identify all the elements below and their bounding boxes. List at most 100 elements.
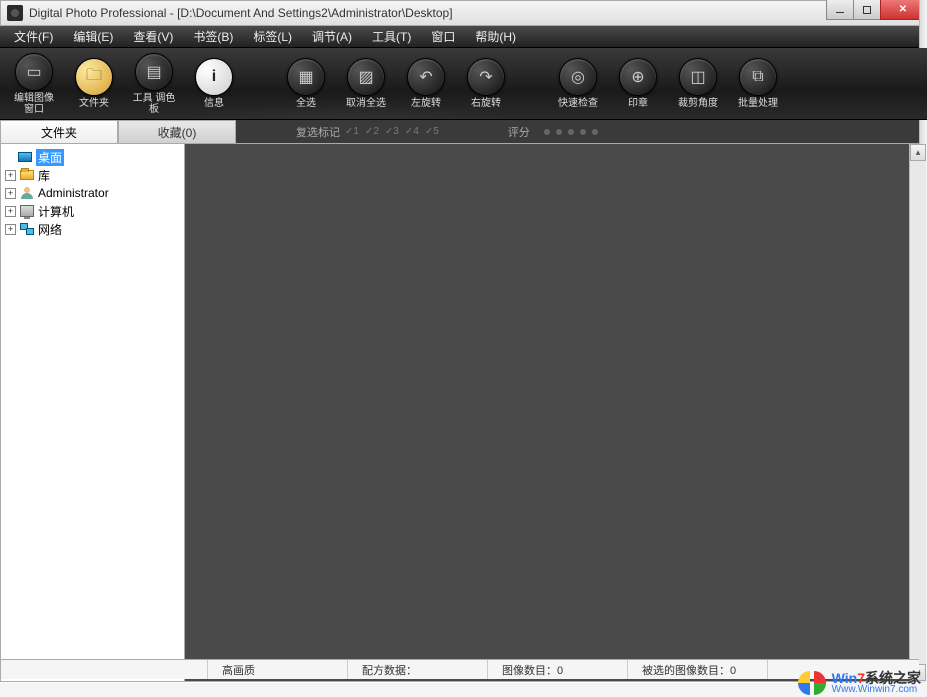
palette-icon: ▤ xyxy=(135,53,173,91)
menu-label[interactable]: 标签(L) xyxy=(243,26,302,47)
checkmark-2[interactable]: ✓2 xyxy=(365,126,379,137)
titlebar: Digital Photo Professional - [D:\Documen… xyxy=(0,0,927,26)
tool-quick-check[interactable]: ◎ 快速检查 xyxy=(554,58,602,109)
tool-palette[interactable]: ▤ 工具 调色板 xyxy=(130,53,178,115)
tool-select-all[interactable]: ▦ 全选 xyxy=(282,58,330,109)
vertical-scrollbar[interactable]: ▴ ▾ xyxy=(909,144,926,681)
watermark-url: Www.Winwin7.com xyxy=(832,685,921,695)
rating-dot[interactable] xyxy=(568,129,574,135)
app-icon xyxy=(7,5,23,21)
rating-dot[interactable] xyxy=(556,129,562,135)
edit-image-icon: ▭ xyxy=(15,53,53,91)
filter-bar: 复选标记 ✓1 ✓2 ✓3 ✓4 ✓5 评分 xyxy=(236,120,927,143)
menu-adjust[interactable]: 调节(A) xyxy=(302,26,362,47)
rating-dot[interactable] xyxy=(592,129,598,135)
rating-dot[interactable] xyxy=(544,129,550,135)
menu-file[interactable]: 文件(F) xyxy=(4,26,63,47)
tree-label: 计算机 xyxy=(38,203,74,220)
status-image-count: 图像数目：0 xyxy=(488,660,628,679)
windows-logo-icon xyxy=(798,671,826,695)
tool-info[interactable]: i 信息 xyxy=(190,58,238,109)
rating-label: 评分 xyxy=(508,124,530,140)
checkmark-3[interactable]: ✓3 xyxy=(385,126,399,137)
menu-view[interactable]: 查看(V) xyxy=(123,26,183,47)
folder-icon: 🗀 xyxy=(75,58,113,96)
tool-label: 取消全选 xyxy=(346,98,386,109)
library-icon xyxy=(19,168,35,182)
checkmark-1[interactable]: ✓1 xyxy=(345,126,359,137)
main-area: 桌面 + 库 + Administrator + 计算机 + 网络 ▴ ▾ xyxy=(0,144,927,682)
tool-rotate-left[interactable]: ↶ 左旋转 xyxy=(402,58,450,109)
status-empty xyxy=(0,660,208,679)
watermark: Win7系统之家 Www.Winwin7.com xyxy=(798,671,921,695)
status-quality: 高画质 xyxy=(208,660,348,679)
tree-node-administrator[interactable]: + Administrator xyxy=(3,184,182,202)
status-recipe: 配方数据： xyxy=(348,660,488,679)
tool-deselect-all[interactable]: ▨ 取消全选 xyxy=(342,58,390,109)
tool-stamp[interactable]: ⊕ 印章 xyxy=(614,58,662,109)
tab-folder[interactable]: 文件夹 xyxy=(0,120,118,143)
scroll-track[interactable] xyxy=(910,161,926,664)
tool-batch[interactable]: ⧉ 批量处理 xyxy=(734,58,782,109)
tool-label: 批量处理 xyxy=(738,98,778,109)
checkmark-4[interactable]: ✓4 xyxy=(405,126,419,137)
select-all-icon: ▦ xyxy=(287,58,325,96)
expand-icon[interactable]: + xyxy=(5,170,16,181)
status-selected-count: 被选的图像数目：0 xyxy=(628,660,768,679)
deselect-all-icon: ▨ xyxy=(347,58,385,96)
tool-label: 信息 xyxy=(204,98,224,109)
menu-tools[interactable]: 工具(T) xyxy=(362,26,421,47)
expand-icon[interactable]: + xyxy=(5,224,16,235)
tree-node-network[interactable]: + 网络 xyxy=(3,220,182,238)
multi-select-label: 复选标记 xyxy=(296,124,340,140)
tree-node-computer[interactable]: + 计算机 xyxy=(3,202,182,220)
tree-label: Administrator xyxy=(38,186,109,200)
stamp-icon: ⊕ xyxy=(619,58,657,96)
maximize-button[interactable] xyxy=(853,0,881,20)
tool-edit-image-window[interactable]: ▭ 编辑图像 窗口 xyxy=(10,53,58,115)
batch-icon: ⧉ xyxy=(739,58,777,96)
tool-label: 印章 xyxy=(628,98,648,109)
network-icon xyxy=(19,222,35,236)
tree-node-library[interactable]: + 库 xyxy=(3,166,182,184)
tool-label: 左旋转 xyxy=(411,98,441,109)
tool-label: 编辑图像 窗口 xyxy=(8,93,60,115)
checkmark-5[interactable]: ✓5 xyxy=(425,126,439,137)
window-controls: ✕ xyxy=(827,0,926,20)
tool-label: 全选 xyxy=(296,98,316,109)
tool-label: 文件夹 xyxy=(79,98,109,109)
menubar: 文件(F) 编辑(E) 查看(V) 书签(B) 标签(L) 调节(A) 工具(T… xyxy=(0,26,927,48)
rotate-left-icon: ↶ xyxy=(407,58,445,96)
tree-node-desktop[interactable]: 桌面 xyxy=(3,148,182,166)
rotate-right-icon: ↷ xyxy=(467,58,505,96)
scroll-up-icon[interactable]: ▴ xyxy=(910,144,926,161)
menu-bookmark[interactable]: 书签(B) xyxy=(183,26,243,47)
menu-window[interactable]: 窗口 xyxy=(421,26,465,47)
tool-label: 右旋转 xyxy=(471,98,501,109)
menu-edit[interactable]: 编辑(E) xyxy=(63,26,123,47)
tool-label: 裁剪角度 xyxy=(678,98,718,109)
rating-dots xyxy=(544,129,598,135)
tool-label: 快速检查 xyxy=(558,98,598,109)
info-icon: i xyxy=(195,58,233,96)
tool-rotate-right[interactable]: ↷ 右旋转 xyxy=(462,58,510,109)
watermark-title: Win7系统之家 xyxy=(832,671,921,685)
desktop-icon xyxy=(17,150,33,164)
tabs-row: 文件夹 收藏(0) 复选标记 ✓1 ✓2 ✓3 ✓4 ✓5 评分 xyxy=(0,120,927,144)
tree-label: 库 xyxy=(38,167,50,184)
minimize-button[interactable] xyxy=(826,0,854,20)
rating-dot[interactable] xyxy=(580,129,586,135)
menu-help[interactable]: 帮助(H) xyxy=(465,26,526,47)
tree-label: 网络 xyxy=(38,221,62,238)
expand-icon[interactable]: + xyxy=(5,206,16,217)
folder-tree: 桌面 + 库 + Administrator + 计算机 + 网络 xyxy=(1,144,185,681)
expand-icon[interactable]: + xyxy=(5,188,16,199)
window-title: Digital Photo Professional - [D:\Documen… xyxy=(29,6,827,20)
tool-folder[interactable]: 🗀 文件夹 xyxy=(70,58,118,109)
computer-icon xyxy=(19,204,35,218)
tab-favorites[interactable]: 收藏(0) xyxy=(118,120,236,143)
sidebar-tabs: 文件夹 收藏(0) xyxy=(0,120,236,143)
user-icon xyxy=(19,186,35,200)
trim-angle-icon: ◫ xyxy=(679,58,717,96)
tool-trim-angle[interactable]: ◫ 裁剪角度 xyxy=(674,58,722,109)
